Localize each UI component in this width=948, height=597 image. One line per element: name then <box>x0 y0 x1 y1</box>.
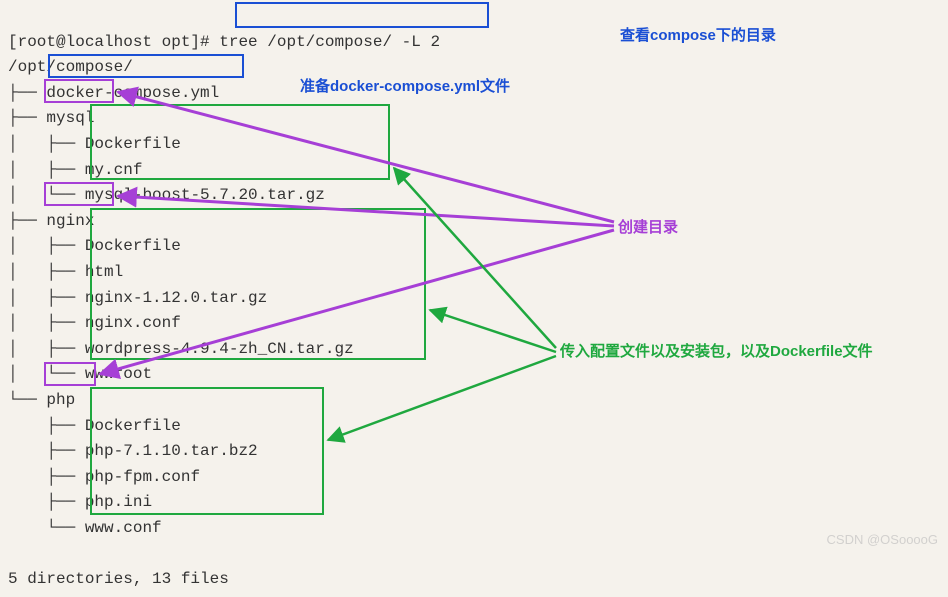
command-text: tree /opt/compose/ -L 2 <box>219 33 440 51</box>
dir-mysql: mysql <box>46 109 94 127</box>
file-item: mysql-boost-5.7.20.tar.gz <box>85 186 325 204</box>
file-item: nginx-1.12.0.tar.gz <box>85 289 267 307</box>
annotation-transfer-files: 传入配置文件以及安装包，以及Dockerfile文件 <box>560 340 873 361</box>
dir-php: php <box>46 391 75 409</box>
watermark: CSDN @OSooooG <box>827 532 938 547</box>
annotation-prepare-yml: 准备docker-compose.yml文件 <box>300 75 510 96</box>
tree-branch: │ ├── <box>8 135 75 153</box>
tree-branch: └── <box>8 391 37 409</box>
tree-branch: └── <box>8 519 75 537</box>
file-item: Dockerfile <box>85 417 181 435</box>
tree-branch: │ └── <box>8 186 75 204</box>
tree-root: /opt/compose/ <box>8 58 133 76</box>
file-item: my.cnf <box>85 161 143 179</box>
dir-nginx: nginx <box>46 212 94 230</box>
tree-branch: │ ├── <box>8 314 75 332</box>
tree-branch: │ ├── <box>8 161 75 179</box>
file-item: wwwroot <box>85 365 152 383</box>
file-item: nginx.conf <box>85 314 181 332</box>
tree-branch: ├── <box>8 468 75 486</box>
tree-branch: │ ├── <box>8 263 75 281</box>
tree-summary: 5 directories, 13 files <box>8 570 229 588</box>
tree-branch: │ ├── <box>8 289 75 307</box>
annotation-view-dir: 查看compose下的目录 <box>620 24 776 45</box>
file-item: html <box>85 263 123 281</box>
shell-prompt: [root@localhost opt]# <box>8 33 210 51</box>
tree-branch: ├── <box>8 109 37 127</box>
annotation-create-dir: 创建目录 <box>618 216 678 237</box>
file-item: Dockerfile <box>85 135 181 153</box>
tree-branch: │ └── <box>8 365 75 383</box>
tree-branch: │ ├── <box>8 340 75 358</box>
tree-branch: ├── <box>8 442 75 460</box>
tree-branch: ├── <box>8 212 37 230</box>
file-item: php.ini <box>85 493 152 511</box>
file-item: php-fpm.conf <box>85 468 200 486</box>
tree-branch: ├── <box>8 493 75 511</box>
file-compose-yml: docker-compose.yml <box>46 84 219 102</box>
tree-branch: ├── <box>8 84 37 102</box>
file-item: wordpress-4.9.4-zh_CN.tar.gz <box>85 340 354 358</box>
file-item: php-7.1.10.tar.bz2 <box>85 442 258 460</box>
file-item: Dockerfile <box>85 237 181 255</box>
tree-branch: ├── <box>8 417 75 435</box>
file-item: www.conf <box>85 519 162 537</box>
tree-branch: │ ├── <box>8 237 75 255</box>
